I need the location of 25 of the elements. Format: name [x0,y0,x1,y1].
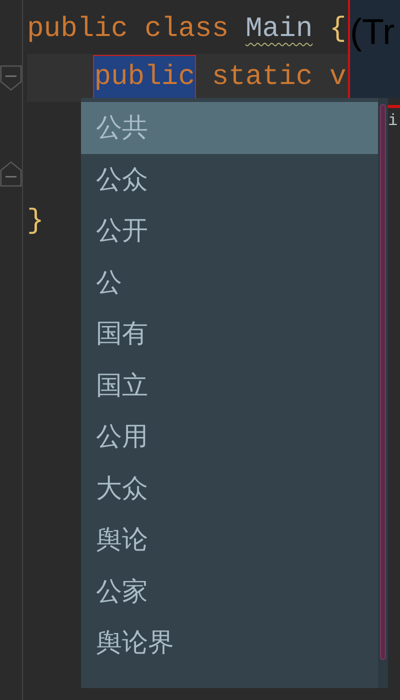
suggestion-item[interactable]: 公家 [81,566,378,617]
keyword-text: static [212,61,313,95]
suggestion-item[interactable]: 公 [81,256,378,308]
scrollbar-track[interactable] [378,98,388,688]
suggestion-item[interactable]: 公开 [81,205,378,256]
brace-text: { [329,13,346,47]
suggestion-item[interactable]: 公用 [81,411,378,462]
fold-marker-icon[interactable] [0,64,22,92]
suggestion-item[interactable]: 舆论 [81,514,378,566]
suggestion-item[interactable]: 大众 [81,462,378,514]
keyword-text: public [27,13,128,47]
suggestion-item[interactable]: 公众 [81,154,378,205]
keyword-text: class [144,13,229,47]
class-name-text: Main [245,13,313,47]
brace-text: } [27,205,44,239]
keyword-text: public [94,56,196,100]
lower-panel-text: i [388,112,398,130]
side-panel-text: (Tr [350,10,395,54]
suggestion-item[interactable]: 国有 [81,308,378,360]
keyword-text: v [329,61,346,95]
suggestion-item[interactable]: 公共 [81,102,378,154]
fold-marker-icon[interactable] [0,160,22,188]
suggestion-item[interactable]: 国立 [81,360,378,411]
scrollbar-thumb[interactable] [380,104,386,660]
suggestion-item[interactable]: 舆论界 [81,617,378,668]
